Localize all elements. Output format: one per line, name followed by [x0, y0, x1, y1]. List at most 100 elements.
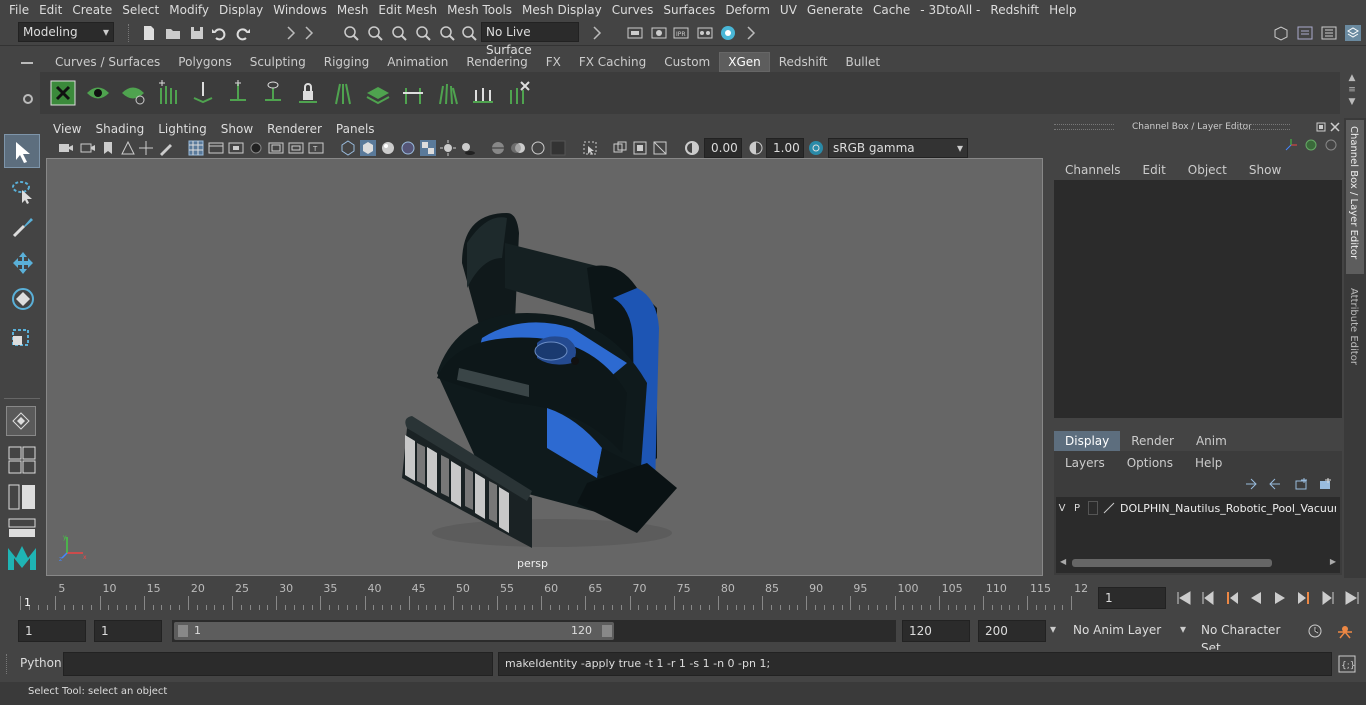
menu-select[interactable]: Select	[117, 0, 164, 20]
viewport-menu-panels[interactable]: Panels	[329, 119, 382, 139]
move-tool-icon[interactable]	[10, 250, 36, 276]
xray-joints-icon[interactable]	[632, 140, 648, 156]
menu-mesh-display[interactable]: Mesh Display	[517, 0, 607, 20]
layout-four-icon[interactable]	[8, 446, 36, 474]
menu-create[interactable]: Create	[67, 0, 117, 20]
new-layer-selected-icon[interactable]	[1318, 477, 1332, 491]
shelf-scroll[interactable]: ▲ ≡ ▼	[1344, 72, 1360, 112]
chevron-down-icon[interactable]: ▾	[1180, 622, 1186, 636]
move-layer-down-icon[interactable]	[1268, 477, 1282, 491]
play-backwards-icon[interactable]	[1248, 590, 1264, 606]
menu-generate[interactable]: Generate	[802, 0, 868, 20]
close-icon[interactable]	[1330, 122, 1340, 132]
chevron-left-icon[interactable]: ◀	[1060, 557, 1066, 566]
time-slider[interactable]: 5 10 15 20 25 30 35 40 45 50 55 60 65 70 75 80 85 90 95 100…	[18, 582, 1090, 612]
step-forward-icon[interactable]	[1320, 590, 1336, 606]
manipulator-axis-icon[interactable]	[1284, 138, 1298, 152]
horizontal-scrollbar[interactable]: ◀ ▶	[1060, 557, 1336, 569]
tab-attribute-editor-vertical[interactable]: Attribute Editor	[1346, 284, 1364, 374]
anti-aliasing-icon[interactable]	[530, 140, 546, 156]
chevron-down-icon[interactable]: ▾	[1050, 622, 1056, 636]
exposure-field[interactable]: 0.00	[704, 138, 742, 158]
ipr-render-icon[interactable]: IPR	[672, 24, 690, 42]
scrollbar-thumb[interactable]	[1072, 559, 1272, 567]
tab-polygons[interactable]: Polygons	[169, 52, 240, 72]
panel-drag-handle[interactable]	[1238, 124, 1290, 130]
animation-start-field[interactable]: 1	[18, 620, 86, 642]
range-slider-track[interactable]: 1 120	[172, 620, 896, 642]
step-back-icon[interactable]	[1200, 590, 1216, 606]
hypershade-icon[interactable]	[696, 24, 714, 42]
camera-attributes-icon[interactable]	[80, 140, 96, 156]
default-material-icon[interactable]	[380, 140, 396, 156]
add-guide-icon[interactable]	[225, 80, 251, 106]
speed-icon[interactable]	[1324, 138, 1338, 152]
xray-icon[interactable]	[612, 140, 628, 156]
range-end-handle[interactable]	[602, 625, 612, 637]
place-guides-icon[interactable]	[190, 80, 216, 106]
range-start-handle[interactable]	[178, 625, 188, 637]
layout-graph-icon[interactable]	[8, 518, 36, 538]
layer-name[interactable]: DOLPHIN_Nautilus_Robotic_Pool_Vacuum_	[1120, 502, 1336, 515]
tab-channel-box-vertical[interactable]: Channel Box / Layer Editor	[1346, 120, 1364, 274]
viewport-menu-view[interactable]: View	[46, 119, 88, 139]
image-plane-icon[interactable]	[120, 140, 136, 156]
layout-outliner-icon[interactable]	[8, 484, 36, 510]
menu-uv[interactable]: UV	[775, 0, 802, 20]
tab-bullet[interactable]: Bullet	[836, 52, 889, 72]
guide-to-curve-icon[interactable]	[330, 80, 356, 106]
scale-tool-icon[interactable]	[10, 322, 36, 348]
range-slider-bar[interactable]: 1 120	[174, 622, 614, 640]
redo-icon[interactable]	[234, 24, 252, 42]
layer-type-toggle[interactable]	[1088, 501, 1098, 515]
xray-components-icon[interactable]	[652, 140, 668, 156]
viewport-menu-show[interactable]: Show	[214, 119, 260, 139]
expand-arrow-icon[interactable]	[300, 24, 318, 42]
viewport-menu-lighting[interactable]: Lighting	[151, 119, 214, 139]
auto-key-icon[interactable]	[1306, 622, 1324, 640]
film-gate-icon[interactable]	[208, 140, 224, 156]
menu-help[interactable]: Help	[1044, 0, 1081, 20]
clear-preview-icon[interactable]	[120, 80, 146, 106]
expand-arrow-icon[interactable]	[742, 24, 760, 42]
script-language-toggle[interactable]: Python	[20, 656, 62, 670]
step-forward-key-icon[interactable]	[1296, 590, 1312, 606]
groom-grass-icon[interactable]	[435, 80, 461, 106]
shelf-menu-icon[interactable]	[21, 62, 33, 64]
menu-curves[interactable]: Curves	[607, 0, 659, 20]
go-to-end-icon[interactable]	[1344, 590, 1360, 606]
menu-mesh[interactable]: Mesh	[332, 0, 374, 20]
character-set-dropdown[interactable]: No Character Set	[1196, 620, 1300, 655]
viewport-3d[interactable]: x y z persp	[46, 158, 1043, 576]
workspace-icon[interactable]	[1272, 24, 1290, 42]
cb-menu-object[interactable]: Object	[1177, 160, 1238, 180]
menu-redshift[interactable]: Redshift	[985, 0, 1044, 20]
tab-fx-caching[interactable]: FX Caching	[570, 52, 655, 72]
tab-animation[interactable]: Animation	[378, 52, 457, 72]
preview-eye-icon[interactable]	[85, 80, 111, 106]
smooth-shade-icon[interactable]	[360, 140, 376, 156]
shadows-icon[interactable]	[460, 140, 476, 156]
playback-start-field[interactable]: 1	[94, 620, 162, 642]
layer-menu-options[interactable]: Options	[1116, 453, 1184, 473]
textured-icon[interactable]	[420, 140, 436, 156]
wireframe-icon[interactable]	[340, 140, 356, 156]
menu-cache[interactable]: Cache	[868, 0, 915, 20]
current-frame-field[interactable]: 1	[1098, 587, 1166, 609]
command-input[interactable]	[63, 652, 493, 676]
camera-select-icon[interactable]	[58, 140, 74, 156]
xgen-editor-icon[interactable]	[50, 80, 76, 106]
tab-render[interactable]: Render	[1120, 431, 1185, 451]
float-panel-icon[interactable]	[1316, 122, 1326, 132]
menu-modify[interactable]: Modify	[164, 0, 214, 20]
play-forwards-icon[interactable]	[1272, 590, 1288, 606]
layer-row[interactable]: V P DOLPHIN_Nautilus_Robotic_Pool_Vacuum…	[1056, 499, 1340, 517]
tab-display[interactable]: Display	[1054, 431, 1121, 451]
channel-box-toggle-icon[interactable]	[1344, 24, 1362, 42]
safe-title-icon[interactable]: T	[308, 140, 324, 156]
menu-edit[interactable]: Edit	[34, 0, 67, 20]
tab-xgen[interactable]: XGen	[719, 52, 770, 72]
select-by-hierarchy-icon[interactable]	[342, 24, 360, 42]
snap-curve-icon[interactable]	[438, 24, 456, 42]
tab-curves-surfaces[interactable]: Curves / Surfaces	[46, 52, 169, 72]
